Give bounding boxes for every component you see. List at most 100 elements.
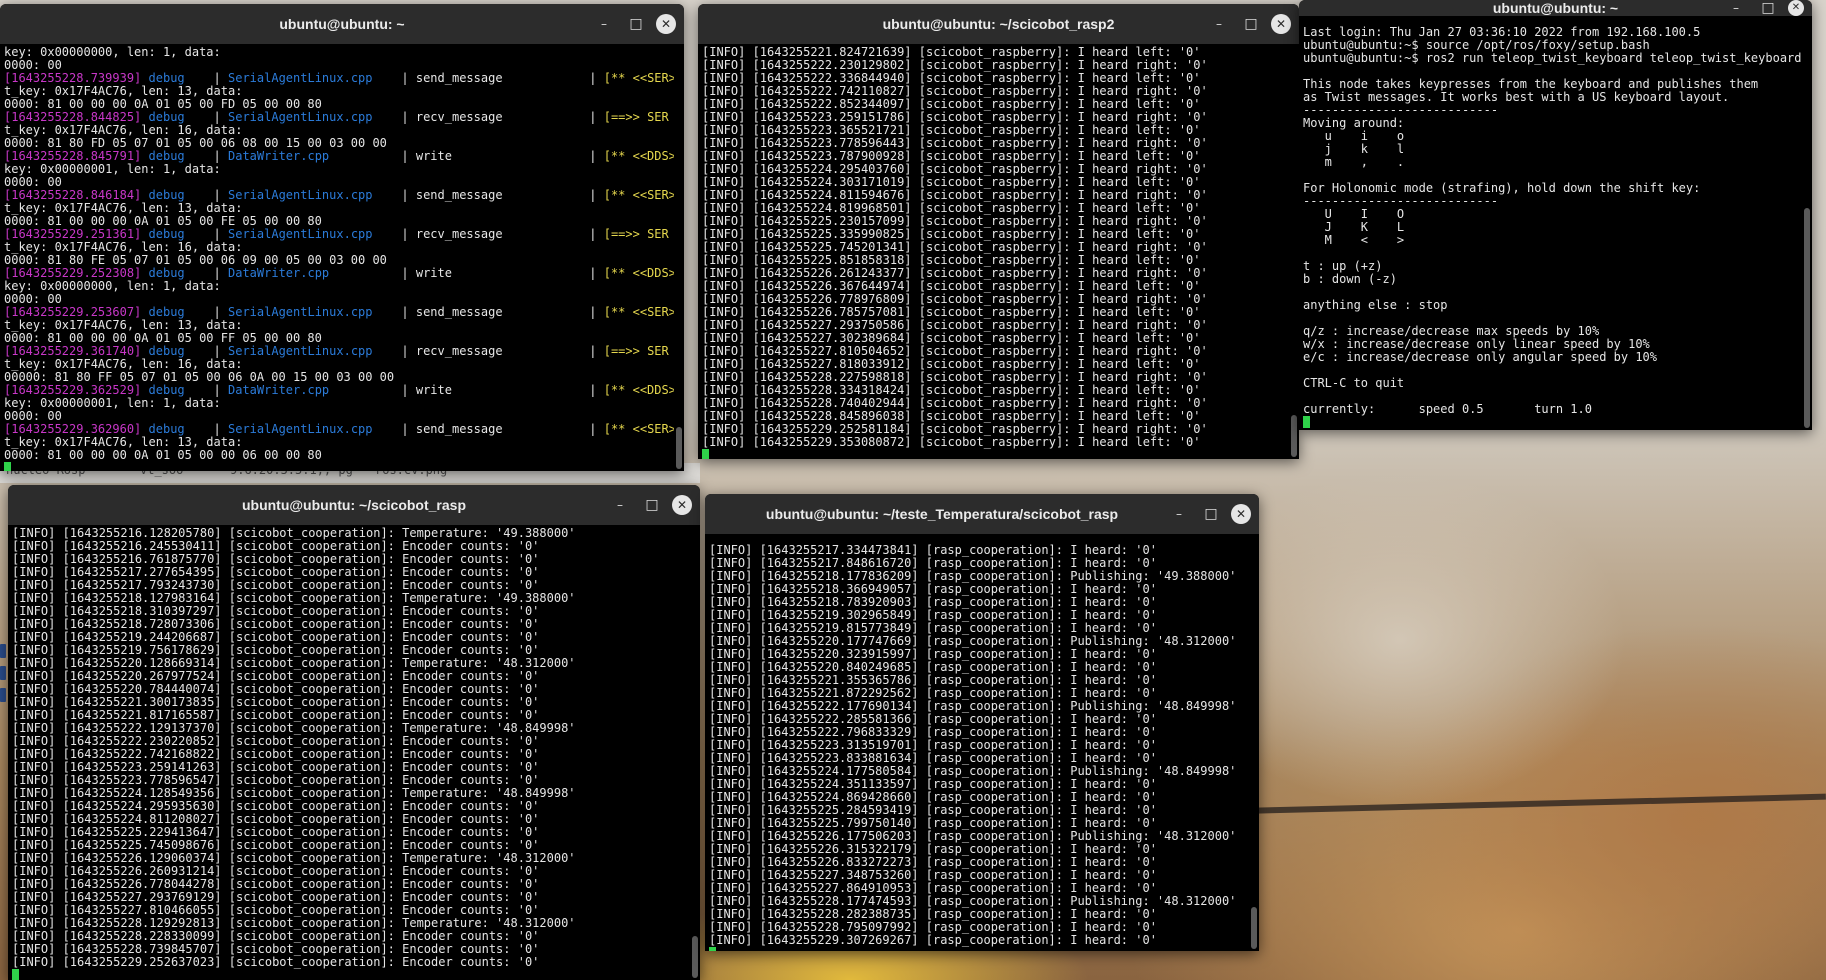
- maximize-button[interactable]: □: [1199, 502, 1223, 526]
- scrollbar[interactable]: [1291, 46, 1297, 457]
- terminal-line: [INFO] [1643255224.177580584] [rasp_coop…: [709, 765, 1237, 778]
- app-icon[interactable]: [0, 644, 6, 658]
- terminal-line: [1643255229.251361] debug | SerialAgentL…: [4, 228, 674, 241]
- scrollbar-thumb[interactable]: [1291, 415, 1297, 457]
- terminal-line: [INFO] [1643255220.267977524] [scicobot_…: [12, 670, 540, 683]
- terminal-line: [INFO] [1643255229.353080872] [scicobot_…: [702, 436, 1201, 449]
- terminal-line: [INFO] [1643255228.795097992] [rasp_coop…: [709, 921, 1157, 934]
- maximize-button[interactable]: □: [1239, 12, 1263, 36]
- scrollbar-thumb[interactable]: [692, 936, 698, 978]
- terminal-line: [INFO] [1643255223.778596547] [scicobot_…: [12, 774, 540, 787]
- close-button[interactable]: ✕: [1271, 14, 1291, 34]
- close-button[interactable]: ✕: [1231, 504, 1251, 524]
- log-function: send_message: [415, 189, 503, 202]
- log-text: 0000: 00: [4, 59, 62, 72]
- scrollbar[interactable]: [1251, 536, 1257, 949]
- terminal-line: [INFO] [1643255226.833272273] [rasp_coop…: [709, 856, 1157, 869]
- terminal-window-rasp2[interactable]: ubuntu@ubuntu: ~/scicobot_rasp2 – □ ✕ [I…: [698, 4, 1299, 459]
- terminal-line: ---------------------------: [1303, 195, 1499, 208]
- minimize-button[interactable]: –: [1167, 502, 1191, 526]
- scrollbar-thumb[interactable]: [676, 427, 682, 469]
- terminal-line: [INFO] [1643255223.259151786] [scicobot_…: [702, 111, 1208, 124]
- terminal-line: [INFO] [1643255228.739845707] [scicobot_…: [12, 943, 540, 956]
- terminal-line: [INFO] [1643255217.793243730] [scicobot_…: [12, 579, 540, 592]
- log-text: t_key: 0x17F4AC76, len: 16, data:: [4, 124, 243, 137]
- terminal-line: [INFO] [1643255217.277654395] [scicobot_…: [12, 566, 540, 579]
- maximize-button[interactable]: □: [624, 12, 648, 36]
- terminal-cursor: [709, 947, 716, 951]
- terminal-output[interactable]: [INFO] [1643255221.824721639] [scicobot_…: [698, 44, 1299, 459]
- terminal-line: [INFO] [1643255223.787900928] [scicobot_…: [702, 150, 1201, 163]
- window-titlebar[interactable]: ubuntu@ubuntu: ~/scicobot_rasp2 – □ ✕: [698, 4, 1299, 44]
- minimize-button[interactable]: –: [592, 12, 616, 36]
- close-button[interactable]: ✕: [1788, 0, 1804, 16]
- terminal-output[interactable]: Last login: Thu Jan 27 03:36:10 2022 fro…: [1299, 16, 1812, 430]
- log-operation: [==>> SER <<==]: [603, 345, 669, 358]
- terminal-window-teleop[interactable]: ubuntu@ubuntu: ~ – □ ✕ Last login: Thu J…: [1299, 0, 1812, 430]
- terminal-line: 0000: 81 80 FE 05 07 01 05 00 06 09 00 0…: [4, 254, 674, 267]
- terminal-window-temperature[interactable]: ubuntu@ubuntu: ~/teste_Temperatura/scico…: [705, 494, 1259, 951]
- maximize-button[interactable]: □: [640, 493, 664, 517]
- prompt-line[interactable]: [4, 462, 674, 471]
- log-source-file: DataWriter.cpp: [228, 150, 330, 163]
- terminal-line: ubuntu@ubuntu:~$ source /opt/ros/foxy/se…: [1303, 39, 1650, 52]
- terminal-line: M < >: [1303, 234, 1405, 247]
- terminal-line: u i o: [1303, 130, 1405, 143]
- terminal-line: [1643255229.362960] debug | SerialAgentL…: [4, 423, 674, 436]
- terminal-line: [1643255228.844825] debug | SerialAgentL…: [4, 111, 674, 124]
- log-level: debug: [148, 384, 185, 397]
- prompt-line[interactable]: [1303, 416, 1802, 429]
- window-titlebar[interactable]: ubuntu@ubuntu: ~ – □ ✕: [0, 4, 684, 44]
- terminal-line: [INFO] [1643255225.284593419] [rasp_coop…: [709, 804, 1157, 817]
- terminal-line: [INFO] [1643255218.783920903] [rasp_coop…: [709, 596, 1157, 609]
- log-function: recv_message: [415, 228, 503, 241]
- close-button[interactable]: ✕: [672, 495, 692, 515]
- log-text: 0000: 81 00 00 00 0A 01 05 00 FF 05 00 0…: [4, 332, 322, 345]
- terminal-line: [INFO] [1643255227.348753260] [rasp_coop…: [709, 869, 1157, 882]
- terminal-window-rasp[interactable]: ubuntu@ubuntu: ~/scicobot_rasp – □ ✕ [IN…: [8, 485, 700, 980]
- scrollbar-thumb[interactable]: [1251, 907, 1257, 949]
- minimize-button[interactable]: –: [608, 493, 632, 517]
- log-text: 0000: 81 80 FE 05 07 01 05 00 06 09 00 0…: [4, 254, 387, 267]
- terminal-line: 0000: 81 00 00 00 0A 01 05 00 FF 05 00 0…: [4, 332, 674, 345]
- terminal-line: [INFO] [1643255226.261243377] [scicobot_…: [702, 267, 1208, 280]
- terminal-line: [INFO] [1643255218.728073306] [scicobot_…: [12, 618, 540, 631]
- terminal-line: [INFO] [1643255217.334473841] [rasp_coop…: [709, 544, 1157, 557]
- prompt-line[interactable]: [12, 969, 690, 980]
- close-button[interactable]: ✕: [656, 14, 676, 34]
- terminal-output[interactable]: key: 0x00000000, len: 1, data: 0000: 00 [1…: [0, 44, 684, 471]
- terminal-output[interactable]: [INFO] [1643255217.334473841] [rasp_coop…: [705, 534, 1259, 951]
- minimize-button[interactable]: –: [1207, 12, 1231, 36]
- terminal-line: [INFO] [1643255220.784440074] [scicobot_…: [12, 683, 540, 696]
- prompt-line[interactable]: [709, 947, 1249, 951]
- app-icon[interactable]: [0, 666, 6, 680]
- terminal-line: t : up (+z): [1303, 260, 1383, 273]
- terminal-window-agent[interactable]: ubuntu@ubuntu: ~ – □ ✕ key: 0x00000000, …: [0, 4, 684, 471]
- terminal-line: [INFO] [1643255221.872292562] [rasp_coop…: [709, 687, 1157, 700]
- terminal-output[interactable]: [INFO] [1643255216.128205780] [scicobot_…: [8, 525, 700, 980]
- scrollbar-thumb[interactable]: [1804, 208, 1810, 428]
- log-timestamp: [1643255229.252308]: [4, 267, 142, 280]
- scrollbar[interactable]: [676, 46, 682, 469]
- terminal-line: This node takes keypresses from the keyb…: [1303, 78, 1759, 91]
- window-titlebar[interactable]: ubuntu@ubuntu: ~/teste_Temperatura/scico…: [705, 494, 1259, 534]
- terminal-line: [INFO] [1643255228.282388735] [rasp_coop…: [709, 908, 1157, 921]
- terminal-line: [1643255229.252308] debug | DataWriter.c…: [4, 267, 674, 280]
- window-titlebar[interactable]: ubuntu@ubuntu: ~ – □ ✕: [1299, 0, 1812, 16]
- terminal-line: [INFO] [1643255227.810504652] [scicobot_…: [702, 345, 1208, 358]
- prompt-line[interactable]: [702, 449, 1289, 459]
- window-titlebar[interactable]: ubuntu@ubuntu: ~/scicobot_rasp – □ ✕: [8, 485, 700, 525]
- terminal-line: [INFO] [1643255227.864910953] [rasp_coop…: [709, 882, 1157, 895]
- terminal-line: [INFO] [1643255223.833881634] [rasp_coop…: [709, 752, 1157, 765]
- scrollbar[interactable]: [1804, 18, 1810, 428]
- terminal-line: [1643255228.739939] debug | SerialAgentL…: [4, 72, 674, 85]
- log-source-file: SerialAgentLinux.cpp: [228, 111, 373, 124]
- app-icon[interactable]: [0, 688, 6, 702]
- terminal-line: [INFO] [1643255224.811594676] [scicobot_…: [702, 189, 1208, 202]
- terminal-line: [INFO] [1643255225.230157099] [scicobot_…: [702, 215, 1208, 228]
- scrollbar[interactable]: [692, 527, 698, 978]
- terminal-line: [INFO] [1643255225.745098676] [scicobot_…: [12, 839, 540, 852]
- terminal-line: [INFO] [1643255222.336844940] [scicobot_…: [702, 72, 1201, 85]
